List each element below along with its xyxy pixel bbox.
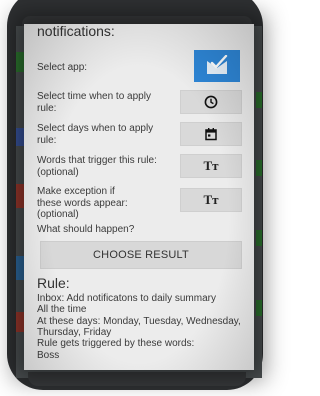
- rule-line: Rule gets triggered by these words:: [37, 338, 195, 349]
- select-days-button[interactable]: [180, 122, 242, 146]
- label-line: (optional): [37, 209, 79, 220]
- trigger-words-button[interactable]: Tт: [180, 154, 242, 178]
- select-days-label: Select days when to apply rule:: [37, 123, 153, 146]
- label-line: these words appear:: [37, 197, 128, 209]
- background-list-strip: [16, 312, 24, 332]
- rule-title: Rule:: [37, 275, 70, 291]
- label-line: rule:: [37, 102, 57, 114]
- rule-line: Boss: [37, 350, 60, 361]
- trigger-words-label: Words that trigger this rule: (optional): [37, 155, 157, 178]
- background-list-strip: [16, 128, 24, 146]
- clock-icon: [204, 95, 218, 109]
- select-time-label: Select time when to apply rule:: [37, 91, 151, 114]
- rule-line: At these days: Monday, Tuesday, Wednesda…: [37, 316, 241, 327]
- background-list-strip: [256, 300, 262, 316]
- select-app-button[interactable]: [194, 50, 240, 82]
- label-line: rule:: [37, 134, 57, 146]
- dialog-title: notifications:: [37, 24, 115, 39]
- background-list-strip: [256, 92, 262, 108]
- choose-result-button[interactable]: CHOOSE RESULT: [40, 241, 242, 269]
- select-app-label: Select app:: [37, 62, 88, 73]
- label-line: Make exception if: [37, 186, 115, 197]
- label-line: Words that trigger this rule:: [37, 155, 157, 166]
- rule-line: Inbox: Add notificatons to daily summary: [37, 293, 216, 304]
- background-list-strip: [256, 160, 262, 176]
- question-label: What should happen?: [37, 224, 135, 235]
- rule-line: All the time: [37, 304, 87, 315]
- label-line: Select time when to apply: [37, 91, 151, 102]
- calendar-icon: [205, 128, 217, 141]
- label-line: (optional): [37, 166, 79, 178]
- background-list-strip: [16, 256, 24, 280]
- mail-app-icon: [206, 55, 228, 74]
- background-list-strip: [256, 230, 262, 246]
- exception-words-button[interactable]: Tт: [180, 188, 242, 212]
- exception-words-label: Make exception if these words appear: (o…: [37, 186, 128, 221]
- label-line: Select days when to apply: [37, 123, 154, 134]
- text-format-icon: Tт: [203, 158, 219, 173]
- phone-bottom-bezel: [28, 372, 246, 386]
- text-format-icon: Tт: [203, 192, 219, 207]
- background-list-strip: [16, 52, 24, 72]
- select-time-button[interactable]: [180, 90, 242, 114]
- rule-dialog: notifications: Select app: Select time w…: [24, 24, 254, 370]
- background-list-strip: [16, 184, 24, 208]
- rule-line: Thursday, Friday: [37, 327, 112, 338]
